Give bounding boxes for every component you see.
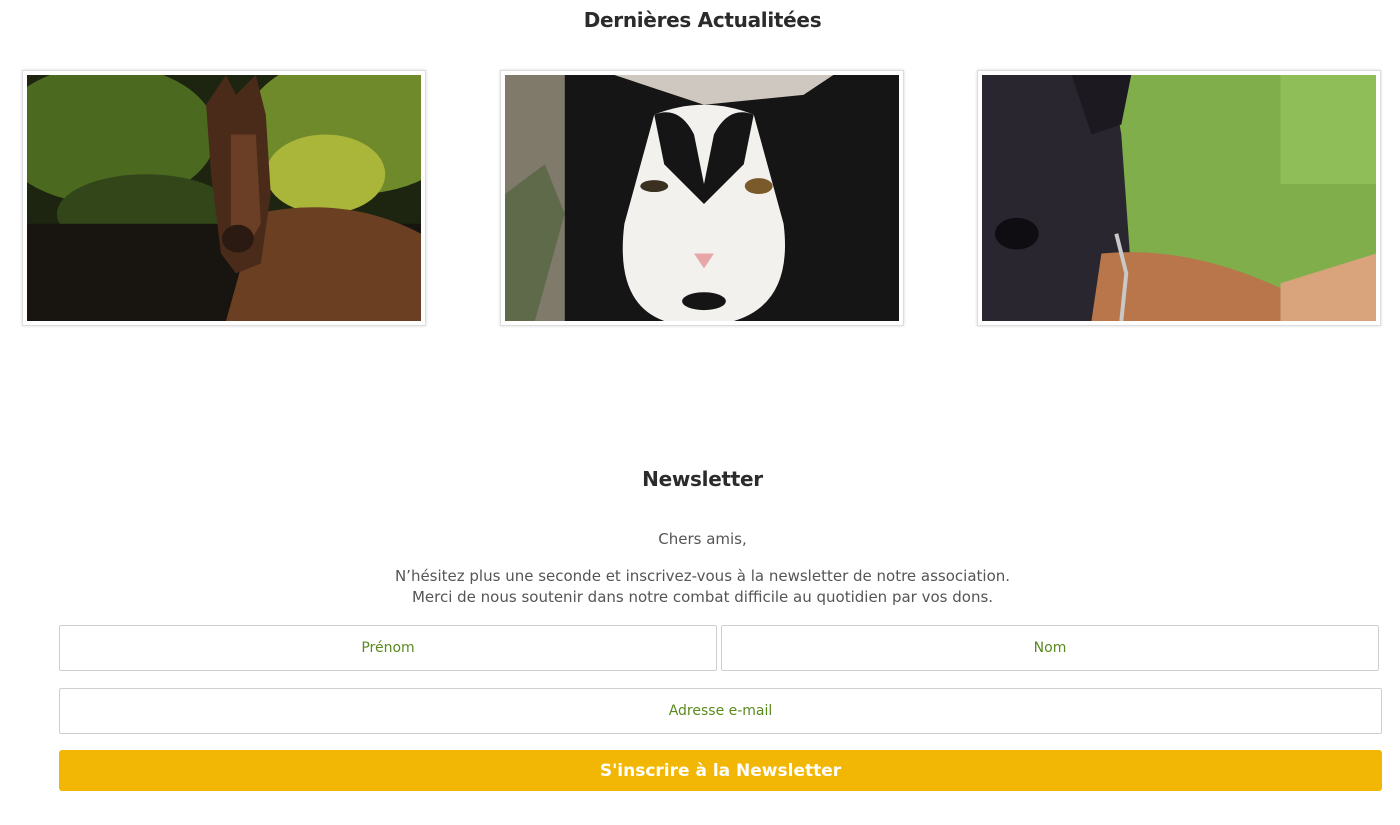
news-section-title: Dernières Actualitées — [583, 8, 822, 32]
dog-photo — [982, 75, 1376, 321]
firstname-input[interactable] — [59, 625, 717, 671]
cat-photo — [505, 75, 899, 321]
newsletter-subscribe-button[interactable]: S'inscrire à la Newsletter — [59, 750, 1382, 791]
newsletter-title: Newsletter — [642, 467, 763, 491]
news-card-horse[interactable] — [22, 70, 426, 326]
newsletter-donation-text: Merci de nous soutenir dans notre combat… — [411, 588, 994, 606]
horse-photo — [27, 75, 421, 321]
newsletter-greeting: Chers amis, — [658, 530, 747, 548]
lastname-input[interactable] — [721, 625, 1379, 671]
email-input[interactable] — [59, 688, 1382, 734]
news-card-cat[interactable] — [500, 70, 904, 326]
newsletter-invitation-text: N’hésitez plus une seconde et inscrivez-… — [394, 567, 1011, 585]
news-card-dog[interactable] — [977, 70, 1381, 326]
